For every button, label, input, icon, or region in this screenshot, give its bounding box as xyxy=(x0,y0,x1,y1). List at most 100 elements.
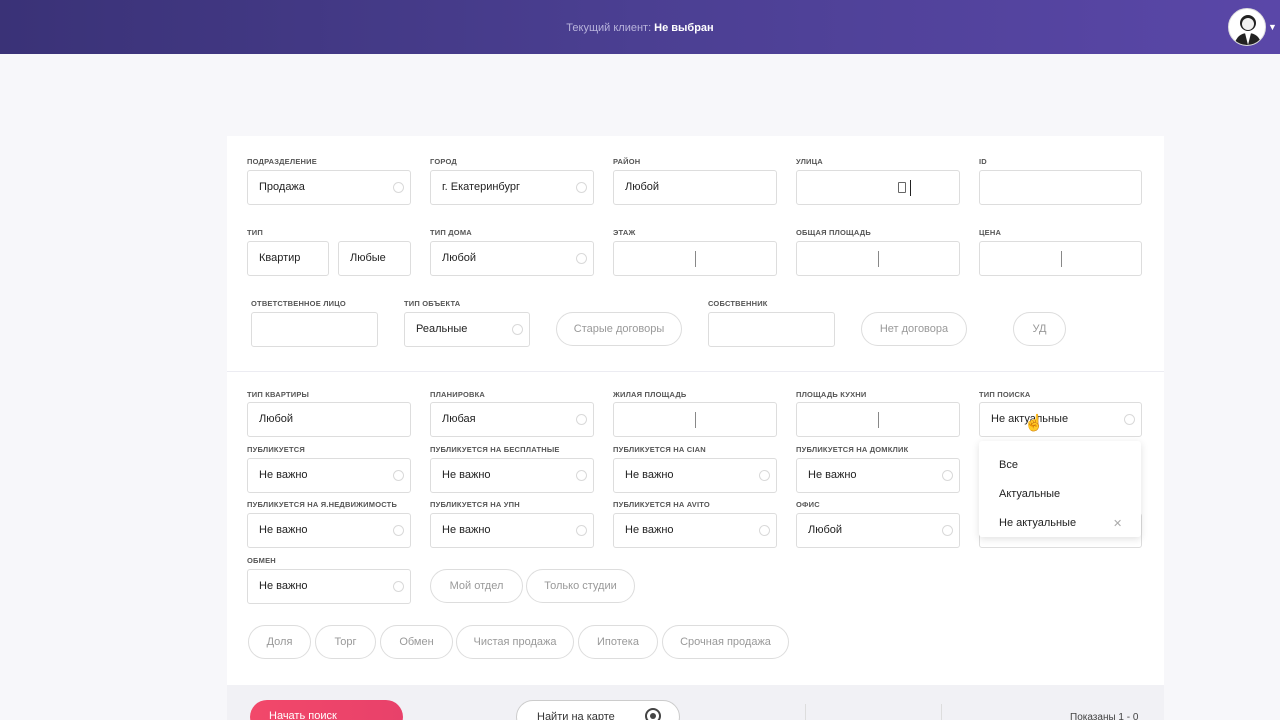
clear-icon[interactable] xyxy=(759,525,770,536)
clear-icon[interactable] xyxy=(393,182,404,193)
find-on-map-label: Найти на карте xyxy=(537,711,615,720)
clear-icon[interactable] xyxy=(576,525,587,536)
type-label: Тип xyxy=(247,228,263,237)
floor-range-input[interactable] xyxy=(613,241,777,276)
published-domclick-select[interactable]: Не важно xyxy=(796,458,960,493)
tag-mortgage[interactable]: Ипотека xyxy=(578,625,658,659)
clear-icon[interactable] xyxy=(576,182,587,193)
published-select[interactable]: Не важно xyxy=(247,458,411,493)
published-free-label: Публикуется на бесплатные xyxy=(430,445,560,454)
dropdown-option-all[interactable]: Все xyxy=(999,459,1018,471)
total-area-range-input[interactable] xyxy=(796,241,960,276)
type-subselect[interactable]: Любые xyxy=(338,241,411,276)
clear-icon[interactable] xyxy=(576,470,587,481)
start-search-button[interactable]: Начать поиск =⚲ xyxy=(250,700,403,720)
id-input[interactable] xyxy=(979,170,1142,205)
published-yandex-select[interactable]: Не важно xyxy=(247,513,411,548)
city-label: Город xyxy=(430,157,457,166)
clear-icon[interactable] xyxy=(759,470,770,481)
text-cursor xyxy=(910,180,911,196)
division-value: Продажа xyxy=(259,181,305,193)
clear-icon[interactable] xyxy=(512,324,523,335)
range-separator xyxy=(695,251,696,267)
find-on-map-button[interactable]: Найти на карте xyxy=(516,700,680,720)
published-cian-select[interactable]: Не важно xyxy=(613,458,777,493)
no-contract-button[interactable]: Нет договора xyxy=(861,312,967,346)
city-value: г. Екатеринбург xyxy=(442,181,520,193)
responsible-label: Ответственное лицо xyxy=(251,299,346,308)
clear-icon[interactable] xyxy=(576,253,587,264)
street-input[interactable] xyxy=(796,170,960,205)
layout-value: Любая xyxy=(442,413,476,425)
my-department-button[interactable]: Мой отдел xyxy=(430,569,523,603)
published-upn-select[interactable]: Не важно xyxy=(430,513,594,548)
published-upn-label: Публикуется на УПН xyxy=(430,500,520,509)
type-value: Квартир xyxy=(259,252,301,264)
division-select[interactable]: Продажа xyxy=(247,170,411,205)
search-type-select[interactable]: Не актуальные xyxy=(979,402,1142,437)
user-avatar-icon xyxy=(1234,15,1262,45)
object-type-value: Реальные xyxy=(416,323,468,335)
exchange-label: Обмен xyxy=(247,556,276,565)
tag-share[interactable]: Доля xyxy=(248,625,311,659)
results-count: Показаны 1 - 0 xyxy=(1070,712,1139,720)
published-label: Публикуется xyxy=(247,445,305,454)
kitchen-area-range-input[interactable] xyxy=(796,402,960,437)
living-area-range-input[interactable] xyxy=(613,402,777,437)
published-domclick-value: Не важно xyxy=(808,469,857,481)
clear-icon[interactable] xyxy=(393,581,404,592)
tag-urgent-sale[interactable]: Срочная продажа xyxy=(662,625,789,659)
office-value: Любой xyxy=(808,524,843,536)
tag-exchange[interactable]: Обмен xyxy=(380,625,453,659)
floor-label: Этаж xyxy=(613,228,636,237)
published-domclick-label: Публикуется на Домклик xyxy=(796,445,909,454)
city-select[interactable]: г. Екатеринбург xyxy=(430,170,594,205)
owner-label: Собственник xyxy=(708,299,768,308)
studios-only-button[interactable]: Только студии xyxy=(526,569,635,603)
id-label: ID xyxy=(979,157,987,166)
layout-select[interactable]: Любая xyxy=(430,402,594,437)
footer-divider xyxy=(941,704,942,720)
exchange-value: Не важно xyxy=(259,580,308,592)
client-value: Не выбран xyxy=(654,22,714,34)
clear-icon[interactable] xyxy=(942,525,953,536)
range-separator xyxy=(695,412,696,428)
dropdown-option-not-actual[interactable]: Не актуальные xyxy=(999,517,1076,529)
published-free-select[interactable]: Не важно xyxy=(430,458,594,493)
published-avito-label: Публикуется на AVITO xyxy=(613,500,710,509)
start-search-label: Начать поиск xyxy=(269,710,337,720)
published-upn-value: Не важно xyxy=(442,524,491,536)
district-field[interactable]: Любой xyxy=(613,170,777,205)
search-type-label: Тип поиска xyxy=(979,390,1031,399)
user-avatar[interactable] xyxy=(1228,8,1266,46)
location-icon xyxy=(645,708,661,720)
office-select[interactable]: Любой xyxy=(796,513,960,548)
clear-icon[interactable] xyxy=(576,414,587,425)
office-label: Офис xyxy=(796,500,820,509)
street-label: Улица xyxy=(796,157,823,166)
living-area-label: Жилая площадь xyxy=(613,390,687,399)
close-icon[interactable]: ✕ xyxy=(1113,517,1122,530)
old-contracts-button[interactable]: Старые договоры xyxy=(556,312,682,346)
ud-button[interactable]: УД xyxy=(1013,312,1066,346)
published-avito-select[interactable]: Не важно xyxy=(613,513,777,548)
exchange-select[interactable]: Не важно xyxy=(247,569,411,604)
search-type-dropdown: Все Актуальные Не актуальные ✕ xyxy=(979,441,1141,537)
apt-type-select[interactable]: Любой xyxy=(247,402,411,437)
responsible-input[interactable] xyxy=(251,312,378,347)
chevron-down-icon[interactable]: ▼ xyxy=(1268,22,1277,32)
object-type-select[interactable]: Реальные xyxy=(404,312,530,347)
type-select[interactable]: Квартир xyxy=(247,241,329,276)
clear-icon[interactable] xyxy=(393,525,404,536)
tag-clean-sale[interactable]: Чистая продажа xyxy=(456,625,574,659)
published-yandex-value: Не важно xyxy=(259,524,308,536)
clear-icon[interactable] xyxy=(1124,414,1135,425)
published-cian-value: Не важно xyxy=(625,469,674,481)
owner-input[interactable] xyxy=(708,312,835,347)
tag-bargain[interactable]: Торг xyxy=(315,625,376,659)
clear-icon[interactable] xyxy=(393,470,404,481)
clear-icon[interactable] xyxy=(942,470,953,481)
price-range-input[interactable] xyxy=(979,241,1142,276)
house-type-select[interactable]: Любой xyxy=(430,241,594,276)
dropdown-option-actual[interactable]: Актуальные xyxy=(999,488,1060,500)
